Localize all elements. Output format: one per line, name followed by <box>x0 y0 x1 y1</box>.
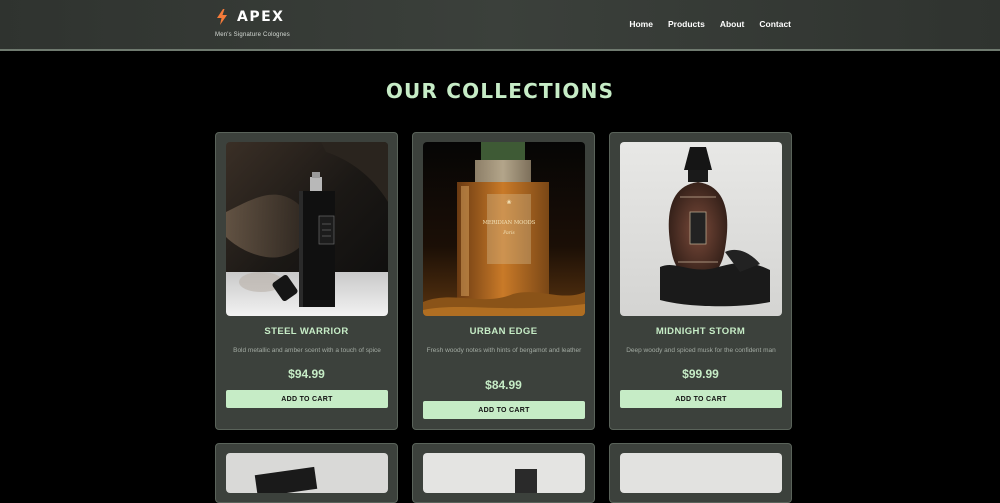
product-image[interactable] <box>423 453 585 493</box>
add-to-cart-button[interactable]: ADD TO CART <box>620 390 782 408</box>
svg-text:❀: ❀ <box>506 199 511 206</box>
product-price: $94.99 <box>288 367 325 381</box>
product-description: Fresh woody notes with hints of bergamot… <box>426 347 582 354</box>
brand-tagline: Men's Signature Colognes <box>215 32 290 38</box>
product-image[interactable] <box>620 142 782 316</box>
product-name: STEEL WARRIOR <box>264 326 349 337</box>
product-name: URBAN EDGE <box>469 326 538 337</box>
product-image[interactable]: ❀ MERIDIAN MOODS Paris <box>423 142 585 316</box>
nav-link-home[interactable]: Home <box>629 19 653 29</box>
bottle-brand-text: MERIDIAN MOODS <box>483 220 536 226</box>
site-header: APEX Men's Signature Colognes Home Produ… <box>0 0 1000 51</box>
brand-name: APEX <box>237 9 285 25</box>
section-title: OUR COLLECTIONS <box>385 79 615 103</box>
brand[interactable]: APEX Men's Signature Colognes <box>215 9 290 38</box>
product-price: $84.99 <box>485 378 522 392</box>
product-card <box>412 443 595 503</box>
product-card <box>215 443 398 503</box>
product-image[interactable] <box>226 142 388 316</box>
nav-link-products[interactable]: Products <box>668 19 705 29</box>
product-description: Bold metallic and amber scent with a tou… <box>233 347 381 354</box>
main-nav: Home Products About Contact <box>629 19 791 29</box>
bottle-city-text: Paris <box>502 230 515 236</box>
product-name: MIDNIGHT STORM <box>655 326 746 337</box>
nav-link-contact[interactable]: Contact <box>759 19 791 29</box>
nav-link-about[interactable]: About <box>720 19 745 29</box>
add-to-cart-button[interactable]: ADD TO CART <box>226 390 388 408</box>
product-card: ❀ MERIDIAN MOODS Paris URBAN EDGE Fresh … <box>412 132 595 430</box>
add-to-cart-button[interactable]: ADD TO CART <box>423 401 585 419</box>
product-card: STEEL WARRIOR Bold metallic and amber sc… <box>215 132 398 430</box>
product-image[interactable] <box>226 453 388 493</box>
product-card: MIDNIGHT STORM Deep woody and spiced mus… <box>609 132 792 430</box>
product-price: $99.99 <box>682 367 719 381</box>
lightning-bolt-icon <box>217 9 227 25</box>
product-card <box>609 443 792 503</box>
product-image[interactable] <box>620 453 782 493</box>
product-description: Deep woody and spiced musk for the confi… <box>626 347 776 354</box>
